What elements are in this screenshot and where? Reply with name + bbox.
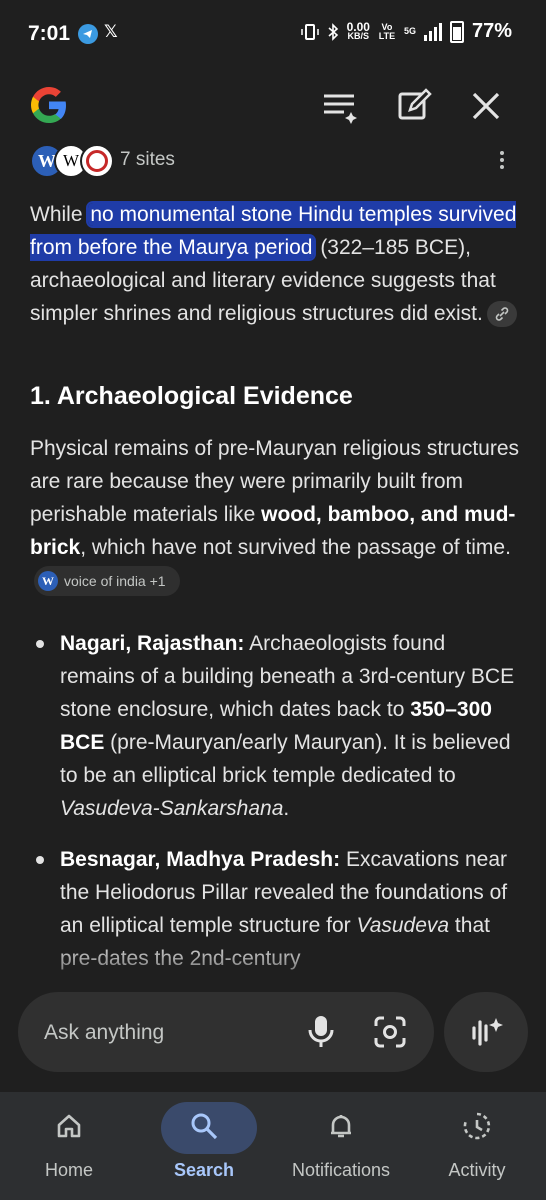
section-heading: 1. Archaeological Evidence [30, 382, 353, 410]
telegram-icon [78, 24, 98, 44]
list-item: Nagari, Rajasthan: Archaeologists found … [36, 627, 522, 825]
nav-home[interactable]: Home [4, 1098, 134, 1188]
nav-activity[interactable]: Activity [412, 1098, 542, 1188]
top-bar [0, 70, 546, 140]
wordpress-favicon-icon: W [38, 571, 58, 592]
ask-input[interactable] [42, 1016, 286, 1050]
signal-icon [423, 22, 442, 41]
source-chip[interactable]: Wvoice of india +1 [34, 566, 180, 597]
battery-percent: 77% [471, 20, 512, 42]
google-logo [31, 87, 66, 123]
lens-icon[interactable] [372, 1014, 408, 1050]
vibrate-icon [300, 23, 319, 40]
status-time: 7:01 [28, 22, 71, 45]
ai-mode-button[interactable] [444, 992, 528, 1072]
activity-icon [463, 1112, 491, 1140]
site-favicon-icon [80, 144, 114, 178]
ask-bar [18, 992, 434, 1072]
status-bar: 7:01 𝕏 0.00 KB/S Vo LTE 5G 77% [0, 0, 546, 66]
microphone-icon[interactable] [306, 1014, 336, 1050]
bluetooth-icon [328, 22, 338, 41]
search-icon [191, 1113, 218, 1140]
x-app-icon: 𝕏 [104, 22, 118, 41]
sources-count[interactable]: 7 sites [120, 149, 175, 171]
nav-search[interactable]: Search [139, 1098, 269, 1188]
more-options-icon[interactable] [492, 148, 512, 174]
link-icon[interactable] [486, 301, 517, 328]
evidence-list: Nagari, Rajasthan: Archaeologists found … [30, 627, 522, 975]
intro-paragraph: While no monumental stone Hindu temples … [30, 198, 522, 330]
ai-mode-icon [472, 1018, 503, 1046]
network-speed: 0.00 KB/S [346, 19, 370, 41]
filter-sparkle-icon[interactable] [322, 88, 358, 124]
bottom-nav: Home Search Notifications Activity [0, 1092, 546, 1200]
nav-activity-label: Activity [448, 1160, 506, 1180]
bell-icon [331, 1115, 351, 1138]
close-icon[interactable] [468, 88, 504, 124]
content-fade [0, 940, 546, 1000]
volte-indicator: Vo LTE [378, 21, 396, 41]
nav-search-label: Search [173, 1160, 235, 1180]
section-paragraph: Physical remains of pre-Mauryan religiou… [30, 432, 522, 597]
nav-home-label: Home [44, 1160, 93, 1180]
battery-icon [449, 20, 464, 43]
nav-notifications-label: Notifications [291, 1160, 391, 1180]
network-type: 5G [403, 26, 416, 36]
nav-notifications[interactable]: Notifications [276, 1098, 406, 1188]
edit-icon[interactable] [396, 88, 432, 124]
sources-row[interactable]: W W 7 sites [30, 144, 520, 178]
ai-answer: While no monumental stone Hindu temples … [30, 198, 522, 993]
home-icon [57, 1114, 81, 1138]
